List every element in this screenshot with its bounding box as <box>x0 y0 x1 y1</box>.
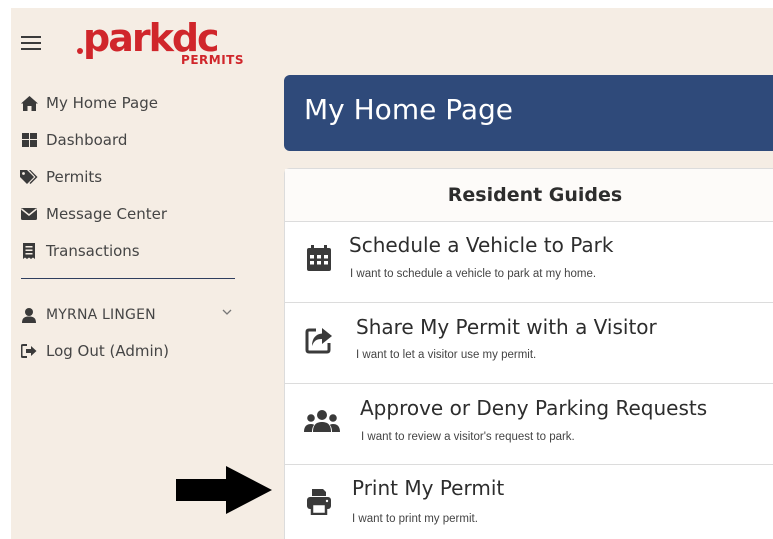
sidebar-divider <box>21 278 235 279</box>
guide-description: I want to schedule a vehicle to park at … <box>350 268 597 280</box>
sidebar-item-transactions[interactable]: Transactions <box>20 238 140 264</box>
logout-label: Log Out (Admin) <box>46 342 170 360</box>
sidebar-item-label: Dashboard <box>46 131 128 149</box>
sidebar-item-label: Permits <box>46 168 103 186</box>
guide-approve-deny-requests[interactable]: Approve or Deny Parking Requests I want … <box>285 384 773 465</box>
user-menu[interactable]: MYRNA LINGEN <box>20 302 156 328</box>
chevron-down-icon[interactable] <box>220 305 234 319</box>
page-title: My Home Page <box>304 93 514 126</box>
svg-text:PERMITS: PERMITS <box>181 53 244 67</box>
section-title: Resident Guides <box>447 184 623 206</box>
sidebar-item-message-center[interactable]: Message Center <box>20 201 167 227</box>
annotation-arrow-icon <box>176 466 272 514</box>
home-icon <box>20 94 38 112</box>
print-icon <box>307 489 331 515</box>
calendar-icon <box>307 245 331 271</box>
share-icon <box>305 328 332 354</box>
guide-description: I want to print my permit. <box>352 513 478 525</box>
card-header: Resident Guides <box>285 169 773 222</box>
sidebar-item-my-home-page[interactable]: My Home Page <box>20 90 158 116</box>
users-icon <box>304 410 340 432</box>
envelope-icon <box>20 205 38 223</box>
dashboard-icon <box>20 131 38 149</box>
sidebar-item-label: My Home Page <box>46 94 158 112</box>
parkdc-logo[interactable]: parkdc PERMITS <box>71 8 251 68</box>
user-icon <box>20 306 38 324</box>
sidebar-item-label: Transactions <box>46 242 140 260</box>
sidebar-item-dashboard[interactable]: Dashboard <box>20 127 127 153</box>
page-title-bar: My Home Page <box>284 75 773 151</box>
guide-description: I want to review a visitor's request to … <box>361 431 575 443</box>
menu-toggle-icon[interactable] <box>21 36 41 50</box>
receipt-icon <box>20 242 38 260</box>
sidebar-item-label: Message Center <box>46 205 167 223</box>
guide-share-permit[interactable]: Share My Permit with a Visitor I want to… <box>285 303 773 384</box>
guide-title: Share My Permit with a Visitor <box>356 315 657 339</box>
guide-title: Approve or Deny Parking Requests <box>360 396 708 420</box>
guide-schedule-vehicle[interactable]: Schedule a Vehicle to Park I want to sch… <box>285 222 773 303</box>
guide-title: Print My Permit <box>352 476 505 500</box>
guide-print-permit[interactable]: Print My Permit I want to print my permi… <box>285 465 773 539</box>
sidebar-item-permits[interactable]: Permits <box>20 164 102 190</box>
user-name: MYRNA LINGEN <box>46 307 156 323</box>
sign-out-icon <box>20 342 38 360</box>
resident-guides-card: Resident Guides Schedule a Vehicle to Pa… <box>284 168 773 539</box>
app-window: parkdc PERMITS My Home Page Dashboard Pe… <box>11 8 773 539</box>
logout-link[interactable]: Log Out (Admin) <box>20 338 169 364</box>
guide-title: Schedule a Vehicle to Park <box>349 233 614 257</box>
guide-description: I want to let a visitor use my permit. <box>356 349 537 361</box>
tags-icon <box>20 168 38 186</box>
